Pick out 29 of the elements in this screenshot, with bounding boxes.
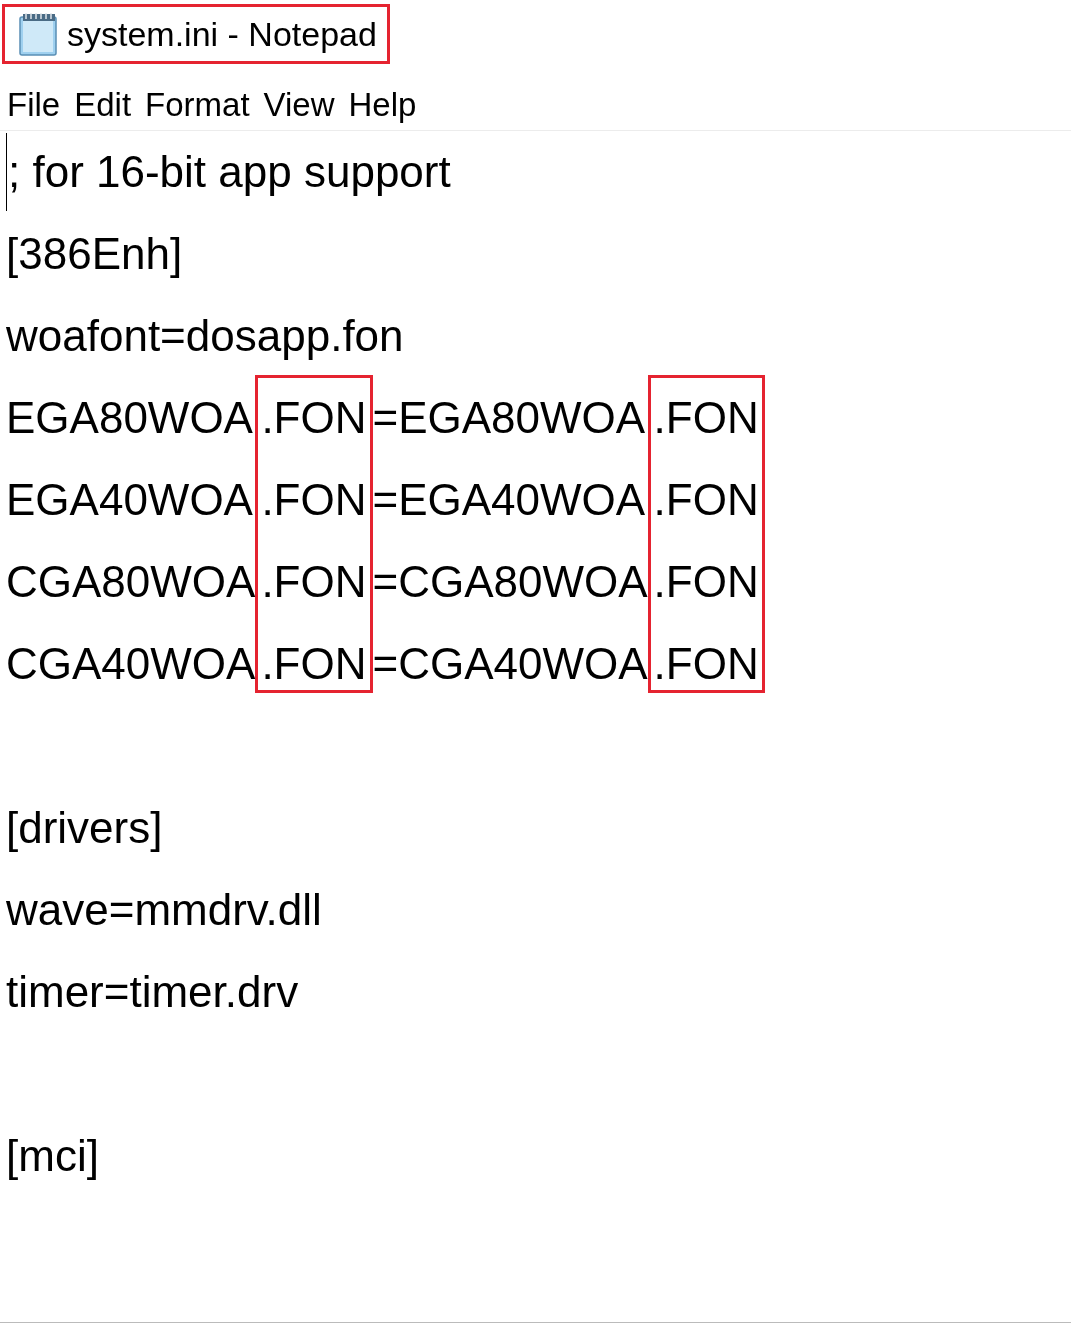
menu-item[interactable]: Edit <box>74 86 132 124</box>
line-text: =EGA40WOA <box>372 474 647 526</box>
menu-item[interactable]: View <box>263 86 335 124</box>
line-text: .FON <box>652 638 760 690</box>
window-title: system.ini - Notepad <box>67 14 377 54</box>
line-text: .FON <box>260 474 368 526</box>
text-line: [drivers] <box>6 802 163 854</box>
line-text: .FON <box>652 474 760 526</box>
text-line: woafont=dosapp.fon <box>6 310 404 362</box>
menu-item[interactable]: File <box>7 86 61 124</box>
line-text: =CGA40WOA <box>372 638 648 690</box>
line-text: .FON <box>260 638 368 690</box>
text-line: timer=timer.drv <box>6 966 299 1018</box>
line-text: .FON <box>260 392 368 444</box>
menu-item[interactable]: Help <box>348 86 417 124</box>
text-line: [mci] <box>6 1130 99 1182</box>
line-text: .FON <box>652 392 760 444</box>
text-line: wave=mmdrv.dll <box>6 884 322 936</box>
line-text: EGA40WOA <box>6 474 254 526</box>
line-text: .FON <box>260 556 368 608</box>
menu-item[interactable]: Format <box>145 86 250 124</box>
line-text: CGA80WOA <box>6 556 256 608</box>
line-text: =CGA80WOA <box>372 556 648 608</box>
text-line: ; for 16-bit app support <box>8 146 451 198</box>
line-text: CGA40WOA <box>6 638 256 690</box>
line-text: .FON <box>652 556 760 608</box>
text-line: [386Enh] <box>6 228 183 280</box>
line-text: =EGA80WOA <box>372 392 647 444</box>
line-text: EGA80WOA <box>6 392 254 444</box>
